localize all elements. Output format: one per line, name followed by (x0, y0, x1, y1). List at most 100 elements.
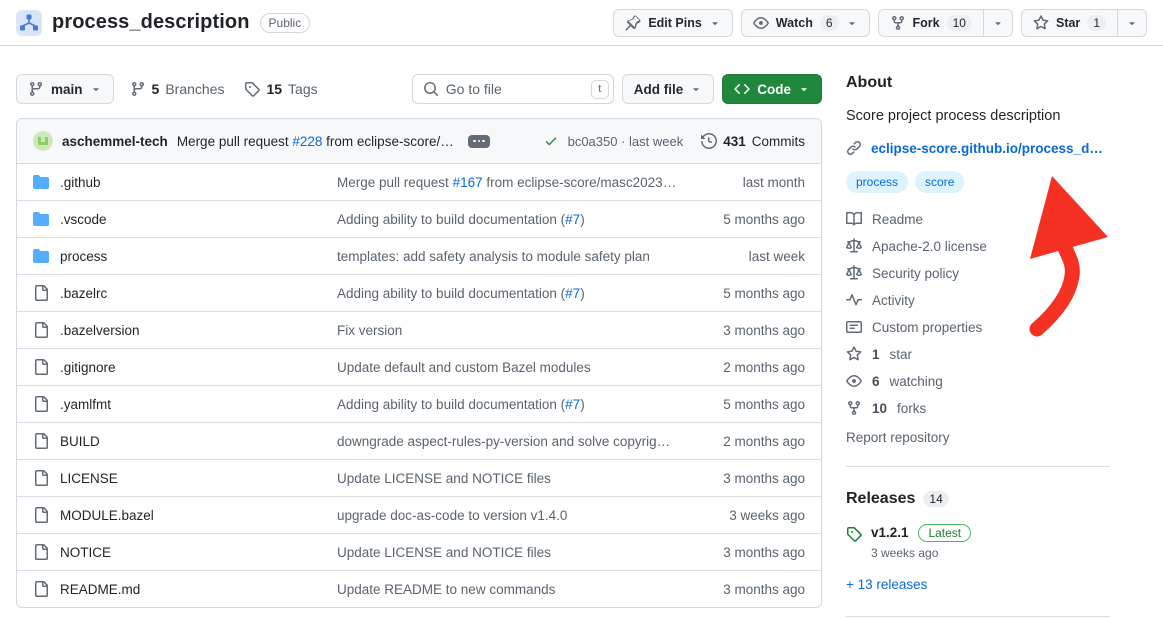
sidebar-custom-properties-link[interactable]: Custom properties (846, 319, 1110, 335)
commit-message-text: Merge pull request (177, 134, 293, 149)
tag-icon (244, 81, 260, 97)
folder-icon (33, 211, 49, 227)
report-repository-link[interactable]: Report repository (846, 430, 1110, 445)
file-row: process templates: add safety analysis to… (17, 237, 821, 274)
star-icon (1033, 15, 1049, 31)
resource-label: star (890, 347, 913, 362)
file-commit-age[interactable]: last week (693, 249, 805, 264)
resource-count: 1 (872, 347, 880, 362)
pr-link[interactable]: #167 (453, 175, 483, 190)
note-icon (846, 319, 862, 335)
file-commit-age[interactable]: 3 months ago (693, 582, 805, 597)
file-commit-age[interactable]: 2 months ago (693, 434, 805, 449)
file-icon (33, 544, 49, 560)
file-name-link[interactable]: .bazelversion (60, 323, 140, 338)
chevron-down-icon (690, 83, 702, 95)
file-commit-message: templates: add safety analysis to module… (337, 249, 693, 264)
resource-label: Security policy (872, 266, 959, 281)
file-row: .bazelrcAdding ability to build document… (17, 274, 821, 311)
file-icon (33, 285, 49, 301)
file-commit-age[interactable]: 5 months ago (693, 212, 805, 227)
sidebar-watchers-link[interactable]: 6watching (846, 373, 1110, 389)
org-avatar[interactable] (16, 10, 42, 36)
pr-link[interactable]: #7 (565, 212, 580, 227)
add-file-button[interactable]: Add file (622, 74, 715, 104)
commit-message-expand-button[interactable] (468, 135, 490, 148)
file-commit-message: Update LICENSE and NOTICE files (337, 545, 693, 560)
file-name-link[interactable]: MODULE.bazel (60, 508, 154, 523)
star-button[interactable]: Star 1 (1021, 9, 1118, 37)
tags-count: 15 (266, 81, 282, 97)
file-icon (33, 359, 49, 375)
file-row: BUILDdowngrade aspect-rules-py-version a… (17, 422, 821, 459)
release-version-link[interactable]: v1.2.1 (871, 525, 909, 540)
sidebar-readme-link[interactable]: Readme (846, 211, 1110, 227)
releases-count: 14 (923, 491, 948, 507)
sidebar-license-link[interactable]: Apache-2.0 license (846, 238, 1110, 254)
pr-link[interactable]: #7 (565, 286, 580, 301)
chevron-down-icon (1126, 17, 1138, 29)
file-row: .yamlfmtAdding ability to build document… (17, 385, 821, 422)
topic-pill-score[interactable]: score (915, 171, 964, 193)
pr-link[interactable]: #7 (565, 397, 580, 412)
commit-author-link[interactable]: aschemmel-tech (62, 134, 168, 149)
file-commit-age[interactable]: 3 weeks ago (693, 508, 805, 523)
file-commit-age[interactable]: 5 months ago (693, 286, 805, 301)
edit-pins-label: Edit Pins (648, 16, 701, 30)
commits-label: Commits (752, 134, 805, 149)
commit-author-avatar[interactable] (33, 131, 53, 151)
file-row: .githubMerge pull request #167 from ecli… (17, 163, 821, 200)
file-commit-age[interactable]: 3 months ago (693, 323, 805, 338)
file-commit-age[interactable]: 3 months ago (693, 545, 805, 560)
code-button[interactable]: Code (722, 74, 822, 104)
checks-passed-icon[interactable] (544, 134, 558, 148)
file-name-link[interactable]: .gitignore (60, 360, 116, 375)
tags-link[interactable]: 15 Tags (244, 81, 317, 97)
go-to-file-input[interactable]: Go to file t (412, 74, 614, 104)
pr-link[interactable]: #228 (292, 134, 322, 149)
sidebar-security-policy-link[interactable]: Security policy (846, 265, 1110, 281)
branch-selector-button[interactable]: main (16, 74, 114, 104)
sidebar: About Score project process description … (846, 74, 1110, 617)
branches-link[interactable]: 5 Branches (130, 81, 225, 97)
file-name-link[interactable]: process (60, 249, 107, 264)
watch-button[interactable]: Watch 6 (741, 9, 870, 37)
repo-title[interactable]: process_description (52, 11, 250, 34)
book-icon (846, 211, 862, 227)
file-name-link[interactable]: .bazelrc (60, 286, 107, 301)
releases-title[interactable]: Releases (846, 490, 915, 508)
edit-pins-button[interactable]: Edit Pins (613, 9, 732, 37)
sidebar-forks-link[interactable]: 10forks (846, 400, 1110, 416)
file-commit-message: Adding ability to build documentation (#… (337, 212, 693, 227)
resource-label: Activity (872, 293, 915, 308)
repo-website-link[interactable]: eclipse-score.github.io/process_descr… (871, 141, 1110, 156)
file-name-link[interactable]: .github (60, 175, 101, 190)
tags-label: Tags (288, 81, 318, 97)
file-name-link[interactable]: .vscode (60, 212, 107, 227)
header-actions: Edit Pins Watch 6 Fork 10 Star 1 (613, 9, 1147, 37)
commit-history-link[interactable]: 431 Commits (701, 133, 805, 149)
file-name-link[interactable]: BUILD (60, 434, 100, 449)
file-name-link[interactable]: NOTICE (60, 545, 111, 560)
fork-label: Fork (913, 16, 940, 30)
file-name-link[interactable]: .yamlfmt (60, 397, 111, 412)
file-name-link[interactable]: LICENSE (60, 471, 118, 486)
more-releases-link[interactable]: + 13 releases (846, 577, 927, 592)
fork-dropdown-button[interactable] (984, 9, 1013, 37)
file-icon (33, 433, 49, 449)
sidebar-stars-link[interactable]: 1 star (846, 346, 1110, 362)
fork-button[interactable]: Fork 10 (878, 9, 984, 37)
file-commit-age[interactable]: 5 months ago (693, 397, 805, 412)
file-name-link[interactable]: README.md (60, 582, 140, 597)
file-table: aschemmel-tech Merge pull request #228 f… (16, 118, 822, 608)
file-commit-age[interactable]: 3 months ago (693, 471, 805, 486)
repo-toolbar: main 5 Branches 15 Tags Go to file (16, 74, 822, 104)
file-commit-message: Update LICENSE and NOTICE files (337, 471, 693, 486)
topic-pill-process[interactable]: process (846, 171, 908, 193)
file-row: NOTICE Update LICENSE and NOTICE files3 m… (17, 533, 821, 570)
file-commit-age[interactable]: 2 months ago (693, 360, 805, 375)
sidebar-activity-link[interactable]: Activity (846, 292, 1110, 308)
commit-sha-time-link[interactable]: bc0a350 · last week (568, 134, 684, 149)
file-commit-age[interactable]: last month (693, 175, 805, 190)
star-dropdown-button[interactable] (1118, 9, 1147, 37)
